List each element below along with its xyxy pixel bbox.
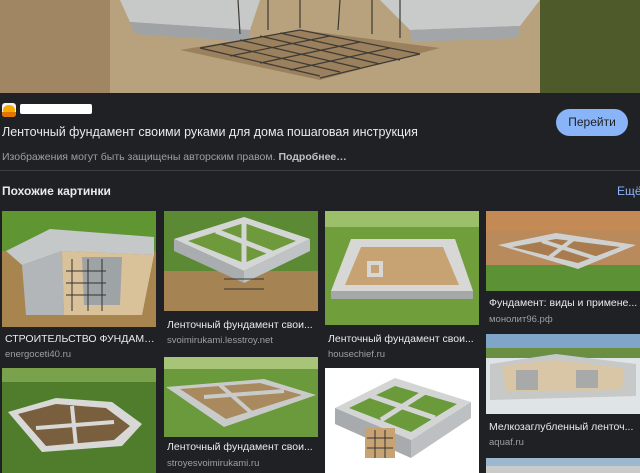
divider xyxy=(0,170,640,171)
result-card[interactable]: СТРОИТЕЛЬСТВО ФУНДАМЕ... energoceti40.ru xyxy=(2,211,156,363)
result-caption[interactable]: СТРОИТЕЛЬСТВО ФУНДАМЕ... xyxy=(5,333,155,345)
result-card[interactable]: Ленточный фундамент свои... stroyesvoimi… xyxy=(164,357,318,473)
result-thumbnail[interactable] xyxy=(486,458,640,473)
preview-image[interactable] xyxy=(0,0,640,93)
copyright-text: Изображения могут быть защищены авторски… xyxy=(2,151,276,163)
result-card[interactable]: Фундамент: виды и примене... монолит96.р… xyxy=(486,211,640,331)
site-name-redacted xyxy=(20,104,92,114)
result-thumbnail[interactable] xyxy=(486,211,640,291)
result-source: stroyesvoimirukami.ru xyxy=(167,458,260,469)
copyright-notice: Изображения могут быть защищены авторски… xyxy=(2,151,347,163)
result-caption[interactable]: Ленточный фундамент свои... xyxy=(167,441,317,453)
result-thumbnail[interactable] xyxy=(486,334,640,414)
similar-images-heading: Похожие картинки xyxy=(2,184,111,198)
image-title[interactable]: Ленточный фундамент своими руками для до… xyxy=(2,125,542,139)
learn-more-link[interactable]: Подробнее… xyxy=(278,151,346,163)
result-thumbnail[interactable] xyxy=(164,211,318,311)
result-thumbnail[interactable] xyxy=(325,368,479,473)
result-source: svoimirukami.lesstroy.net xyxy=(167,335,273,346)
result-caption[interactable]: Ленточный фундамент свои... xyxy=(328,333,478,345)
site-favicon-icon xyxy=(2,103,16,117)
result-thumbnail[interactable] xyxy=(2,211,156,327)
result-thumbnail[interactable] xyxy=(325,211,479,325)
result-card[interactable]: Ленточный фундамент свои... housechief.r… xyxy=(325,211,479,363)
result-card[interactable] xyxy=(2,368,156,473)
more-similar-link[interactable]: Ещё xyxy=(617,184,640,198)
result-card[interactable]: Ленточный фундамент свои... svoimirukami… xyxy=(164,211,318,363)
result-source: aquaf.ru xyxy=(489,437,524,448)
result-caption[interactable]: Ленточный фундамент свои... xyxy=(167,319,317,331)
result-thumbnail[interactable] xyxy=(2,368,156,473)
result-caption[interactable]: Фундамент: виды и примене... xyxy=(489,297,639,309)
result-card[interactable] xyxy=(325,368,479,473)
result-card[interactable]: Мелкозаглубленный ленточ... aquaf.ru xyxy=(486,334,640,473)
visit-button[interactable]: Перейти xyxy=(556,109,628,136)
result-source: housechief.ru xyxy=(328,349,386,360)
result-thumbnail[interactable] xyxy=(164,357,318,437)
result-source: energoceti40.ru xyxy=(5,349,72,360)
result-source: монолит96.рф xyxy=(489,314,553,325)
result-caption[interactable]: Мелкозаглубленный ленточ... xyxy=(489,421,639,433)
